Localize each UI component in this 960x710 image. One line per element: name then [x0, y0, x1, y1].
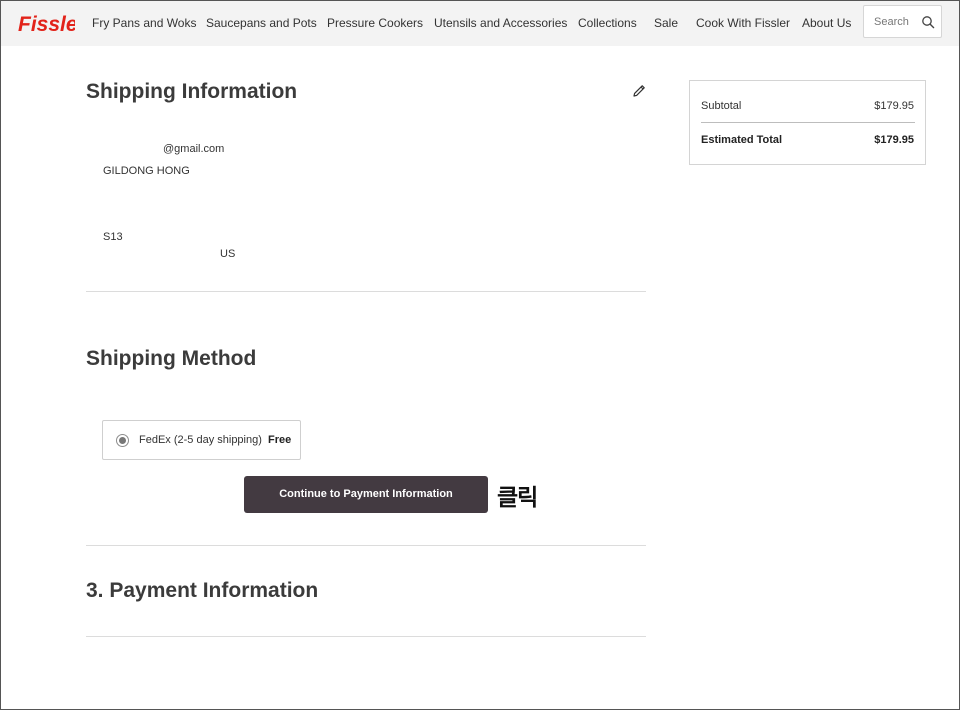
nav-sale[interactable]: Sale	[654, 16, 678, 30]
shipping-method-heading: Shipping Method	[86, 347, 257, 370]
shipping-name: GILDONG HONG	[103, 165, 190, 177]
section-divider	[86, 291, 646, 292]
site-header: Fissler Fry Pans and Woks Saucepans and …	[1, 1, 959, 46]
search-input[interactable]: Search	[863, 5, 942, 38]
nav-pressure-cookers[interactable]: Pressure Cookers	[327, 16, 423, 30]
nav-utensils[interactable]: Utensils and Accessories	[434, 16, 567, 30]
subtotal-label: Subtotal	[701, 100, 742, 112]
nav-collections[interactable]: Collections	[578, 16, 637, 30]
shipping-option-radio[interactable]	[116, 434, 129, 447]
shipping-information-heading: Shipping Information	[86, 80, 298, 103]
shipping-address-line: S13	[103, 231, 123, 243]
continue-to-payment-button[interactable]: Continue to Payment Information	[244, 476, 488, 513]
pencil-edit-icon[interactable]	[631, 83, 647, 99]
shipping-email: @gmail.com	[163, 143, 225, 155]
nav-cook-with-fissler[interactable]: Cook With Fissler	[696, 16, 790, 30]
estimated-total-value: $179.95	[874, 134, 914, 146]
shipping-country: US	[220, 248, 236, 260]
fissler-logo[interactable]: Fissler	[17, 10, 75, 38]
estimated-total-label: Estimated Total	[701, 134, 783, 146]
nav-saucepans[interactable]: Saucepans and Pots	[206, 16, 317, 30]
subtotal-value: $179.95	[874, 100, 914, 112]
section-divider	[86, 636, 646, 637]
shipping-option-price: Free	[268, 434, 292, 446]
logo-text: Fissler	[18, 13, 75, 36]
payment-information-heading: 3. Payment Information	[86, 579, 319, 602]
click-annotation: 클릭	[497, 485, 538, 511]
search-icon[interactable]	[921, 15, 935, 29]
summary-divider	[701, 122, 915, 123]
nav-fry-pans[interactable]: Fry Pans and Woks	[92, 16, 196, 30]
order-summary: Subtotal $179.95 Estimated Total $179.95	[689, 80, 926, 165]
nav-about-us[interactable]: About Us	[802, 16, 851, 30]
section-divider	[86, 545, 646, 546]
search-placeholder: Search	[874, 16, 909, 28]
shipping-option-fedex[interactable]: FedEx (2-5 day shipping) Free	[102, 420, 301, 460]
shipping-option-label: FedEx (2-5 day shipping)	[139, 434, 262, 446]
